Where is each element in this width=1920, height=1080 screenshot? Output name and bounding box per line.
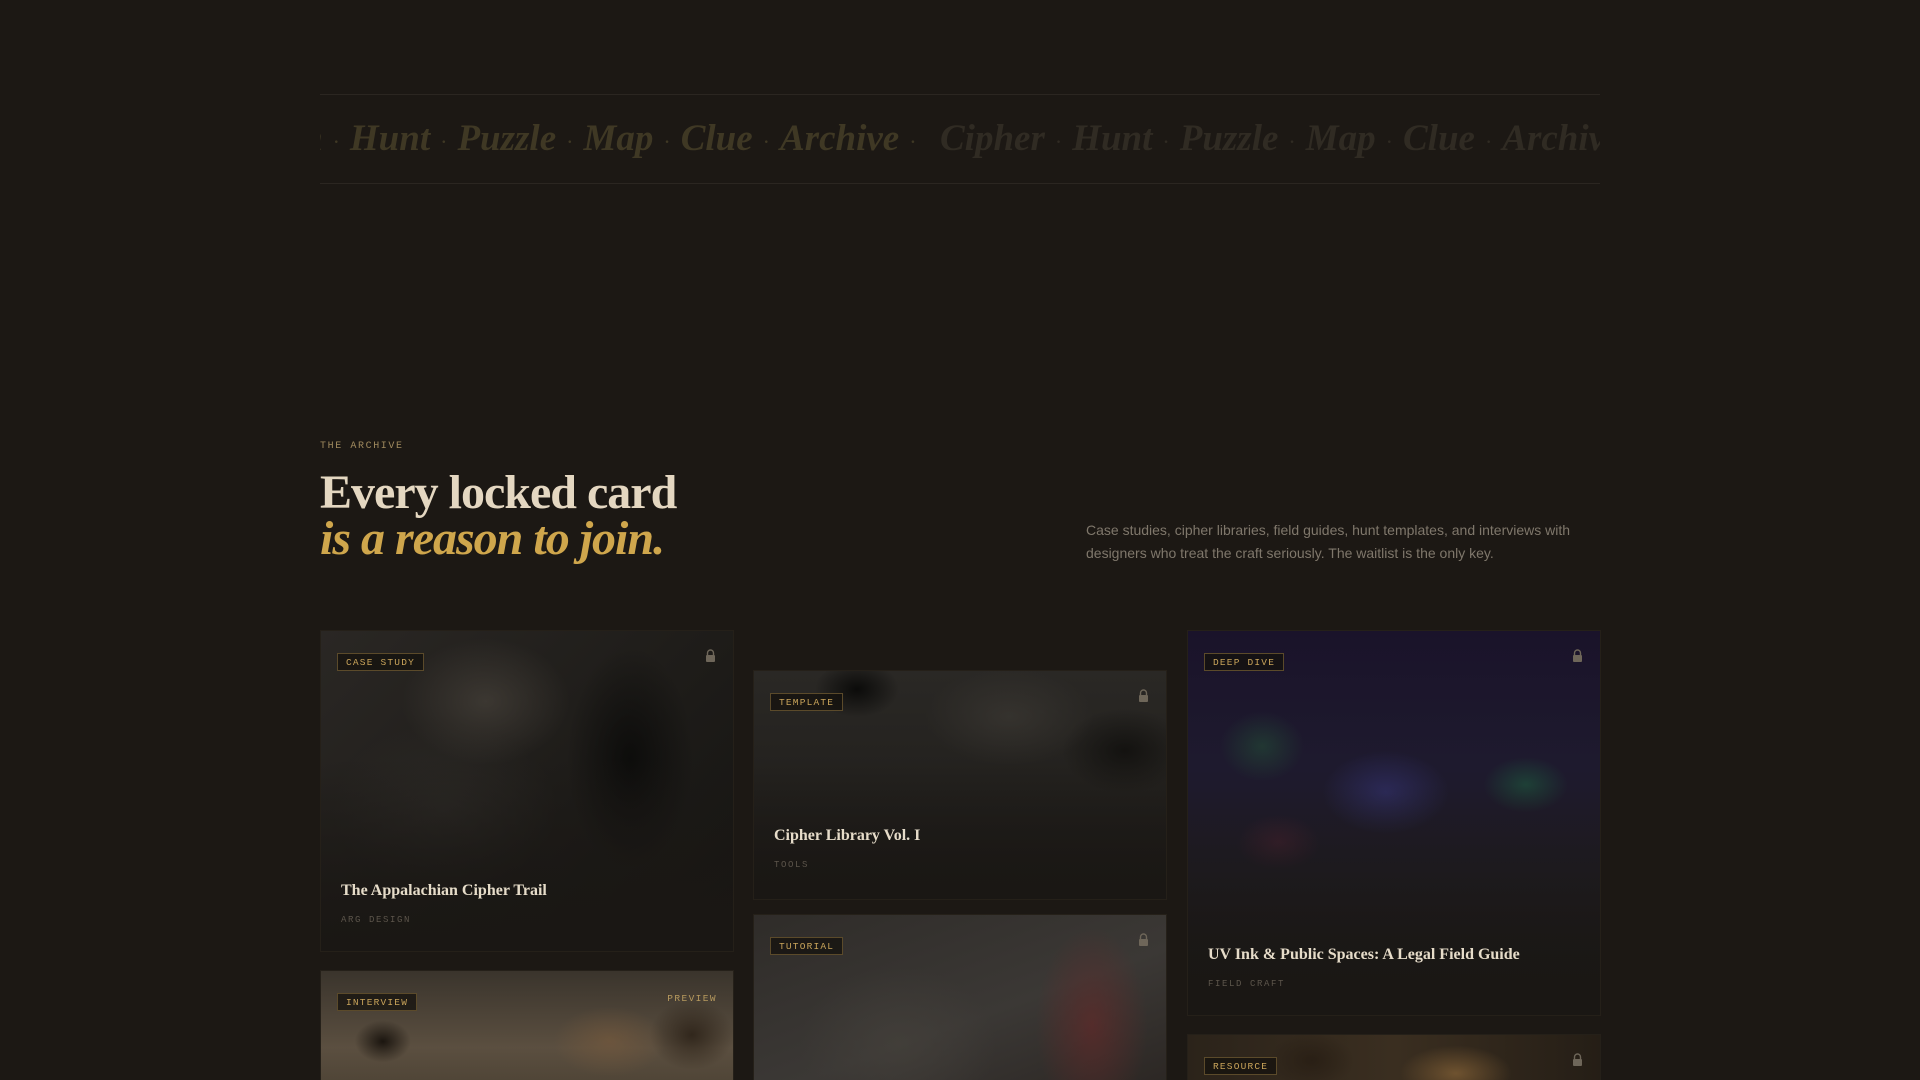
ticker-word: Puzzle bbox=[1179, 118, 1279, 159]
archive-card-tutorial[interactable]: TUTORIAL bbox=[753, 914, 1167, 1080]
section-headline: Every locked card is a reason to join. bbox=[320, 466, 677, 565]
ticker-separator: · bbox=[332, 128, 340, 154]
archive-card-interview[interactable]: INTERVIEW PREVIEW bbox=[320, 970, 734, 1080]
card-image bbox=[321, 971, 733, 1080]
card-title: Cipher Library Vol. I bbox=[774, 827, 921, 844]
ticker-word: Map bbox=[1305, 118, 1376, 159]
archive-card-resource[interactable]: RESOURCE bbox=[1187, 1034, 1601, 1080]
ticker-word: Clue bbox=[1402, 118, 1475, 159]
ticker-word: n bbox=[320, 95, 323, 183]
ticker-separator: · bbox=[566, 128, 574, 154]
ticker-word: Hunt bbox=[349, 118, 431, 159]
ticker-word: Cipher bbox=[940, 118, 1045, 159]
ticker-separator: · bbox=[762, 128, 770, 154]
lock-icon bbox=[1573, 1053, 1582, 1066]
card-tag: INTERVIEW bbox=[337, 993, 418, 1011]
ticker-separator: · bbox=[1054, 128, 1063, 154]
ticker-separator: · bbox=[1162, 128, 1170, 154]
card-title: The Appalachian Cipher Trail bbox=[341, 882, 547, 899]
ticker-track-right: Cipher·Hunt·Puzzle·Map·Clue·Archive· bbox=[940, 95, 1600, 183]
section-description: Case studies, cipher libraries, field gu… bbox=[1086, 522, 1571, 561]
ticker-separator: · bbox=[663, 128, 671, 154]
headline-line-1: Every locked card bbox=[320, 466, 677, 519]
lock-icon bbox=[706, 649, 715, 662]
archive-card-template[interactable]: TEMPLATE Cipher Library Vol. I TOOLS bbox=[753, 670, 1167, 900]
ticker-separator: · bbox=[1288, 128, 1296, 154]
card-tag: TUTORIAL bbox=[770, 937, 844, 955]
lock-icon bbox=[1139, 689, 1148, 702]
ticker-word: Archive bbox=[780, 118, 900, 159]
lock-icon bbox=[1573, 649, 1582, 662]
ticker-word: Puzzle bbox=[457, 118, 557, 159]
ticker-word: Hunt bbox=[1072, 118, 1153, 159]
ticker-separator: · bbox=[1484, 128, 1493, 154]
card-tag: CASE STUDY bbox=[337, 653, 425, 671]
ticker-track-left: n · Hunt · Puzzle · Map · Clue · Archive · bbox=[320, 95, 927, 183]
card-tag: TEMPLATE bbox=[770, 693, 844, 711]
ticker-word: Map bbox=[583, 118, 654, 159]
ticker-word: Clue bbox=[680, 118, 753, 159]
card-category: TOOLS bbox=[774, 860, 810, 870]
card-tag: DEEP DIVE bbox=[1204, 653, 1285, 671]
section-eyebrow: THE ARCHIVE bbox=[320, 441, 404, 452]
headline-line-2: is a reason to join. bbox=[320, 512, 665, 565]
keyword-ticker: n · Hunt · Puzzle · Map · Clue · Archive · Cipher · H… bbox=[320, 94, 1600, 184]
card-category: FIELD CRAFT bbox=[1208, 979, 1286, 989]
archive-card-case-study[interactable]: CASE STUDY The Appalachian Cipher Trail … bbox=[320, 630, 734, 952]
ticker-separator: · bbox=[909, 128, 917, 154]
card-tag: RESOURCE bbox=[1204, 1057, 1278, 1075]
ticker-separator: · bbox=[440, 128, 448, 154]
archive-page: n · Hunt · Puzzle · Map · Clue · Archive · Cipher · H… bbox=[0, 0, 1920, 1080]
preview-label: PREVIEW bbox=[667, 993, 717, 1004]
card-category: ARG DESIGN bbox=[341, 915, 412, 925]
ticker-separator: · bbox=[1385, 128, 1393, 154]
archive-card-deep-dive[interactable]: DEEP DIVE UV Ink & Public Spaces: A Lega… bbox=[1187, 630, 1601, 1016]
ticker-word: Archive bbox=[1502, 118, 1600, 159]
card-title: UV Ink & Public Spaces: A Legal Field Gu… bbox=[1208, 946, 1520, 963]
lock-icon bbox=[1139, 933, 1148, 946]
